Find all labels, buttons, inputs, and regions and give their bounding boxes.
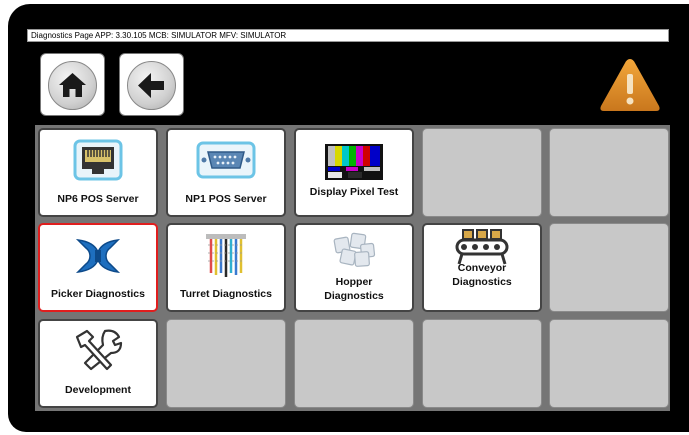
status-bar: Diagnostics Page APP: 3.30.105 MCB: SIMU… <box>27 29 669 42</box>
conveyor-diagnostics-button[interactable]: Conveyor Diagnostics <box>422 223 542 312</box>
empty-tile <box>166 319 286 408</box>
hopper-diagnostics-button[interactable]: Hopper Diagnostics <box>294 223 414 312</box>
warning-triangle-icon[interactable] <box>598 56 662 114</box>
development-button[interactable]: Development <box>38 319 158 408</box>
tile-label: NP1 POS Server <box>185 193 267 205</box>
serial-port-icon <box>196 141 256 179</box>
color-bars-icon <box>325 144 383 180</box>
tools-icon <box>75 329 123 371</box>
home-icon <box>59 73 86 97</box>
tile-label: NP6 POS Server <box>57 193 139 205</box>
turret-icon <box>206 234 246 277</box>
tile-label-text: Conveyor Diagnostics <box>452 262 512 288</box>
tile-label: Display Pixel Test <box>309 186 399 198</box>
np6-pos-server-button[interactable]: NP6 POS Server <box>38 128 158 217</box>
ice-cubes-icon <box>333 232 376 267</box>
turret-diagnostics-button[interactable]: Turret Diagnostics <box>166 223 286 312</box>
arrow-left-icon <box>138 73 164 98</box>
empty-tile <box>549 319 669 408</box>
empty-tile <box>422 128 542 217</box>
ethernet-port-icon <box>73 139 123 181</box>
empty-tile <box>422 319 542 408</box>
tile-label: Hopper Diagnostics <box>296 275 412 303</box>
gripper-icon <box>75 238 121 274</box>
empty-tile <box>294 319 414 408</box>
empty-tile <box>549 223 669 312</box>
diagnostics-grid: NP6 POS Server NP1 POS Server Display Pi… <box>35 125 670 411</box>
tile-label-text: Hopper Diagnostics <box>324 276 384 302</box>
tile-label: Turret Diagnostics <box>180 288 272 300</box>
np1-pos-server-button[interactable]: NP1 POS Server <box>166 128 286 217</box>
picker-diagnostics-button[interactable]: Picker Diagnostics <box>38 223 158 312</box>
tile-label: Conveyor Diagnostics <box>424 261 540 289</box>
home-button[interactable] <box>40 53 105 116</box>
tile-label: Picker Diagnostics <box>51 288 145 300</box>
display-pixel-test-button[interactable]: Display Pixel Test <box>294 128 414 217</box>
back-button[interactable] <box>119 53 184 116</box>
tile-label: Development <box>65 384 131 396</box>
status-text: Diagnostics Page APP: 3.30.105 MCB: SIMU… <box>31 31 287 40</box>
empty-tile <box>549 128 669 217</box>
